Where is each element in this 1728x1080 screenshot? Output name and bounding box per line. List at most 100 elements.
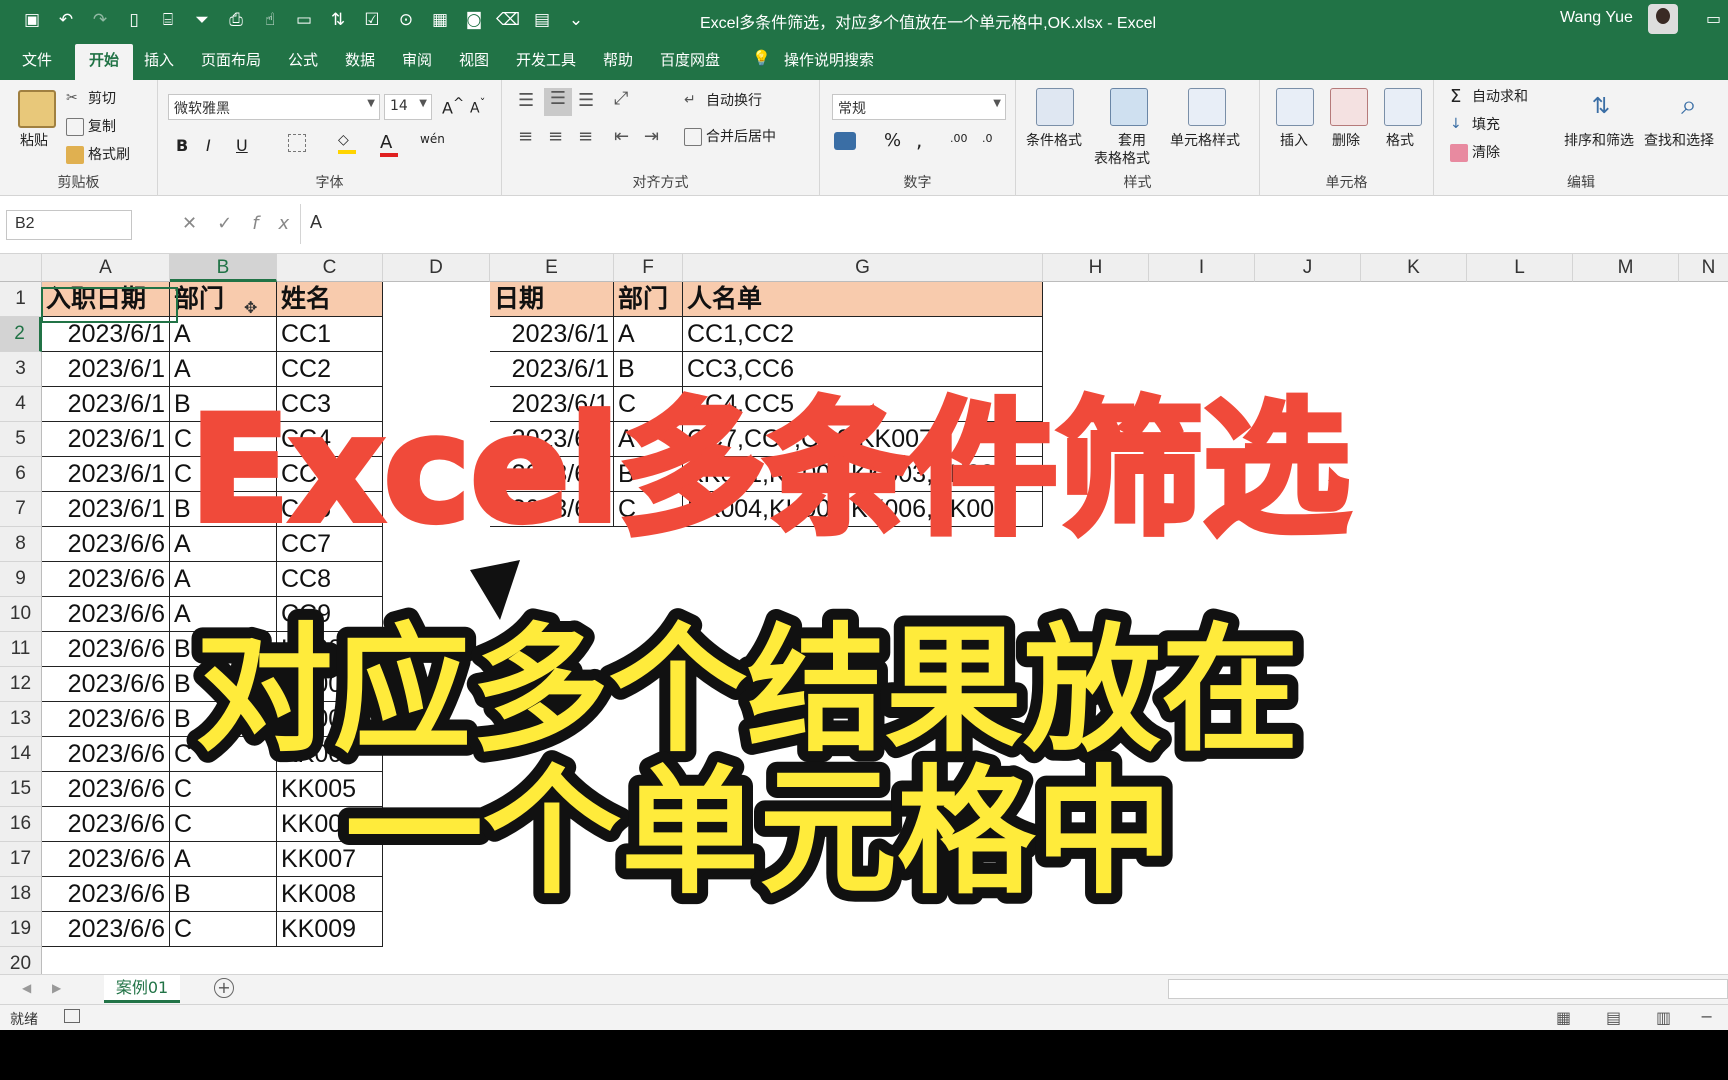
tab-page-layout[interactable]: 页面布局	[201, 49, 261, 70]
row-header-8[interactable]: 8	[0, 527, 42, 562]
tab-insert[interactable]: 插入	[144, 49, 174, 70]
clear-button[interactable]: 清除	[1450, 142, 1500, 162]
cell[interactable]: 2023/6/6	[42, 737, 170, 772]
cell[interactable]: B	[170, 632, 277, 667]
cell[interactable]: CC2	[277, 352, 383, 387]
cell[interactable]: 2023/6/6	[490, 422, 614, 457]
column-header-I[interactable]: I	[1149, 254, 1255, 282]
row-header-18[interactable]: 18	[0, 877, 42, 912]
cell[interactable]: 2023/6/6	[490, 492, 614, 527]
macro-icon[interactable]: ⊙	[394, 8, 418, 32]
cell[interactable]: 2023/6/6	[42, 912, 170, 947]
merge-center-button[interactable]: 合并后居中	[684, 126, 776, 146]
row-header-12[interactable]: 12	[0, 667, 42, 702]
cell[interactable]: 2023/6/1	[42, 492, 170, 527]
column-header-D[interactable]: D	[383, 254, 490, 282]
cell[interactable]: CC8	[277, 562, 383, 597]
column-header-K[interactable]: K	[1361, 254, 1467, 282]
cell[interactable]: C	[170, 807, 277, 842]
cell[interactable]: KK009	[277, 912, 383, 947]
decrease-indent-icon[interactable]: ⇤	[614, 126, 629, 147]
align-left-icon[interactable]: ≡	[518, 126, 533, 147]
delete-cells-icon[interactable]	[1330, 88, 1368, 126]
font-name-select[interactable]: 微软雅黑 ▼	[168, 94, 380, 120]
row-header-14[interactable]: 14	[0, 737, 42, 772]
cell[interactable]: B	[170, 492, 277, 527]
cell[interactable]: C	[614, 387, 683, 422]
sort-filter-button[interactable]: 排序和筛选	[1564, 130, 1634, 150]
form-icon[interactable]: ▤	[530, 8, 554, 32]
column-header-C[interactable]: C	[277, 254, 383, 282]
fill-button[interactable]: ↓ 填充	[1450, 114, 1500, 134]
cell[interactable]: A	[614, 317, 683, 352]
cell[interactable]: CC1,CC2	[683, 317, 1043, 352]
enter-icon[interactable]: ✓	[217, 213, 252, 234]
tab-view[interactable]: 视图	[459, 49, 489, 70]
cell[interactable]: CC4	[277, 422, 383, 457]
cell[interactable]: A	[170, 527, 277, 562]
cell[interactable]: KK005	[277, 772, 383, 807]
cell[interactable]: KK003	[277, 702, 383, 737]
sort-filter-icon[interactable]: ⇅	[1582, 88, 1620, 126]
bold-button[interactable]: B	[176, 136, 188, 155]
cell[interactable]: CC9	[277, 597, 383, 632]
undo-icon[interactable]: ↶	[54, 8, 78, 32]
cell[interactable]: KK004,KK005,KK006,KK009	[683, 492, 1043, 527]
copy-button[interactable]: 复制	[66, 116, 116, 136]
sort-icon[interactable]: ⇅	[326, 8, 350, 32]
format-as-table-label2[interactable]: 表格格式	[1094, 148, 1150, 168]
filter-icon[interactable]: ⏷	[190, 8, 214, 32]
save-icon[interactable]: ▣	[20, 8, 44, 32]
customize-icon[interactable]: ⌄	[564, 8, 588, 32]
cell[interactable]: C	[170, 422, 277, 457]
increase-indent-icon[interactable]: ⇥	[644, 126, 659, 147]
macro-record-icon[interactable]	[64, 1009, 80, 1023]
decrease-font-icon[interactable]: Aˇ	[470, 96, 485, 117]
format-painter-button[interactable]: 格式刷	[66, 144, 130, 164]
cell[interactable]: CC7,CC8,CC9,KK007	[683, 422, 1043, 457]
cell[interactable]: B	[170, 702, 277, 737]
cell[interactable]: 2023/6/6	[42, 667, 170, 702]
page-break-view-icon[interactable]: ▥	[1656, 1008, 1671, 1027]
row-header-5[interactable]: 5	[0, 422, 42, 457]
column-header-G[interactable]: G	[683, 254, 1043, 282]
normal-view-icon[interactable]: ▦	[1556, 1008, 1571, 1027]
image-icon[interactable]: ▦	[428, 8, 452, 32]
cut-button[interactable]: ✂ 剪切	[66, 88, 116, 108]
column-header-M[interactable]: M	[1573, 254, 1679, 282]
cell[interactable]: A	[170, 562, 277, 597]
row-header-19[interactable]: 19	[0, 912, 42, 947]
print-preview-icon[interactable]: ⎙	[224, 8, 248, 32]
border-icon[interactable]	[288, 134, 306, 152]
cell[interactable]: CC1	[277, 317, 383, 352]
currency-icon[interactable]	[834, 132, 856, 150]
cell[interactable]: B	[170, 877, 277, 912]
cancel-icon[interactable]: ✕	[182, 213, 217, 234]
paste-icon[interactable]	[18, 90, 56, 128]
cell[interactable]: CC7	[277, 527, 383, 562]
cell[interactable]: 2023/6/6	[490, 457, 614, 492]
paste-button[interactable]: 粘贴	[20, 130, 48, 150]
search-icon[interactable]: ⌕	[1670, 86, 1708, 124]
cell[interactable]: C	[170, 457, 277, 492]
cell[interactable]: CC4,CC5	[683, 387, 1043, 422]
cell[interactable]: KK001	[277, 632, 383, 667]
cell[interactable]: 2023/6/6	[42, 632, 170, 667]
horizontal-scrollbar[interactable]	[1168, 979, 1728, 999]
tab-data[interactable]: 数据	[345, 49, 375, 70]
name-box[interactable]: B2	[6, 210, 132, 240]
cell[interactable]: 2023/6/1	[42, 422, 170, 457]
cell[interactable]: KK006	[277, 807, 383, 842]
cell-styles-icon[interactable]	[1188, 88, 1226, 126]
autosum-button[interactable]: Σ 自动求和	[1450, 86, 1528, 106]
user-name[interactable]: Wang Yue	[1560, 9, 1633, 27]
align-middle-icon[interactable]: ☰	[544, 88, 572, 116]
cell[interactable]: 2023/6/6	[42, 842, 170, 877]
format-as-table-label1[interactable]: 套用	[1118, 130, 1146, 150]
sheet-nav-right-icon[interactable]: ▶	[52, 981, 61, 995]
insert-cells-button[interactable]: 插入	[1280, 130, 1308, 150]
cell[interactable]: CC5	[277, 457, 383, 492]
cell[interactable]: 部门	[170, 282, 277, 317]
page-layout-view-icon[interactable]: ▤	[1606, 1008, 1621, 1027]
tab-formulas[interactable]: 公式	[288, 49, 318, 70]
